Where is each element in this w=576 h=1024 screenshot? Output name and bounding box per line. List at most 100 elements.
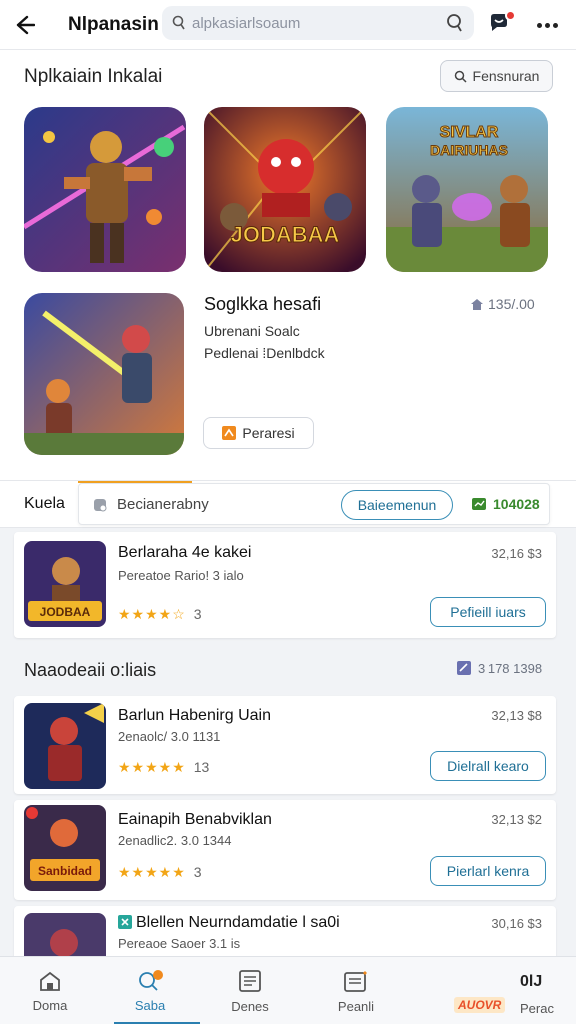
count-value: 104028 bbox=[493, 496, 540, 512]
rating-count: 3 bbox=[193, 606, 202, 622]
strip-action-button[interactable]: Baieemenun bbox=[341, 490, 453, 520]
ad-label: AUOVR bbox=[454, 997, 506, 1013]
game-artwork-icon bbox=[24, 107, 186, 272]
app-action-button[interactable]: Dielrall kearo bbox=[430, 751, 546, 781]
game-artwork-icon: SIVLAR DAIRIUHAS bbox=[386, 107, 548, 272]
calendar-icon bbox=[344, 970, 367, 992]
filter-label: Fensnuran bbox=[472, 68, 540, 84]
x-badge-icon bbox=[118, 915, 132, 929]
star-rating: ★★★★★ 13 bbox=[118, 759, 210, 775]
top-bar: Nlpanasin bbox=[0, 0, 576, 50]
svg-text:JODBAA: JODBAA bbox=[40, 605, 91, 619]
ad-badge[interactable]: 0lJ AUOVR Perac bbox=[448, 967, 560, 1017]
list-item[interactable]: Sanbidad Eainapih Benabviklan 2enadlic2.… bbox=[14, 800, 556, 900]
app-icon: Sanbidad bbox=[24, 805, 106, 891]
app-name: Blellen Neurndamdatie l sa0i bbox=[118, 914, 340, 932]
active-tab-indicator bbox=[78, 481, 192, 483]
list-item[interactable]: JODBAA Berlaraha 4e kakei Pereatoe Rario… bbox=[14, 532, 556, 638]
voice-search-icon[interactable] bbox=[446, 13, 464, 33]
more-menu-icon[interactable] bbox=[532, 10, 562, 40]
nav-item-search[interactable]: Saba bbox=[102, 957, 200, 1024]
featured-app-detail: Pedlenai ⁞Denlbdck bbox=[204, 345, 325, 361]
notification-dot bbox=[505, 10, 516, 21]
rating-count: 13 bbox=[193, 759, 210, 775]
nav-label: Saba bbox=[134, 997, 166, 1013]
featured-game-tile-2[interactable]: JODABAA bbox=[204, 107, 366, 272]
category-field-text: Becianerabny bbox=[117, 496, 209, 513]
back-arrow-icon[interactable] bbox=[0, 0, 48, 50]
featured-app-name: Soglkka hesafi bbox=[204, 294, 322, 314]
install-button[interactable]: Peraresi bbox=[203, 417, 314, 449]
notifications-button[interactable] bbox=[486, 10, 516, 40]
search-icon bbox=[172, 15, 185, 30]
search-icon bbox=[139, 969, 163, 991]
app-store-screen: Nlpanasin Nplkaiain Inkalai Fensnuran bbox=[0, 0, 576, 1024]
game-artwork-icon: JODABAA bbox=[204, 107, 366, 272]
home-icon bbox=[40, 971, 60, 991]
svg-text:DAIRIUHAS: DAIRIUHAS bbox=[430, 142, 508, 158]
nav-item-home[interactable]: Doma bbox=[2, 957, 98, 1024]
page-title: Nlpanasin bbox=[68, 13, 159, 35]
featured-game-tile-1[interactable] bbox=[24, 107, 186, 272]
featured-price: 135/.00 bbox=[470, 296, 535, 312]
chart-icon bbox=[472, 498, 486, 510]
app-name: Berlaraha 4e kakei bbox=[118, 544, 252, 561]
app-action-button[interactable]: Pierlarl kenra bbox=[430, 856, 546, 886]
app-developer: 2enadlic2. 3.0 1344 bbox=[118, 833, 232, 848]
star-rating: ★★★★★ 3 bbox=[118, 864, 202, 880]
install-icon bbox=[222, 426, 237, 440]
featured-main-artwork[interactable] bbox=[24, 293, 184, 455]
home-icon bbox=[471, 298, 483, 310]
rating-count: 3 bbox=[193, 864, 202, 880]
app-action-button[interactable]: Pefieill iuars bbox=[430, 597, 546, 627]
featured-info: Soglkka hesafi Ubrenani Soalc Pedlenai ⁞… bbox=[204, 294, 325, 361]
nav-label: Denes bbox=[231, 998, 269, 1014]
nav-label: Doma bbox=[32, 997, 68, 1013]
edit-icon bbox=[457, 661, 471, 675]
ad-top-text: 0lJ bbox=[520, 973, 543, 990]
app-developer: Pereaoe Saoer 3.1 is bbox=[118, 936, 241, 951]
app-developer: 2enaolc/ 3.0 1131 bbox=[118, 729, 221, 744]
nav-item-updates[interactable]: Peanli bbox=[308, 957, 404, 1024]
section-title: Naaodeaii o:liais bbox=[24, 660, 157, 680]
strip-search-card: Becianerabny Baieemenun 104028 bbox=[78, 483, 550, 525]
app-name: Barlun Habenirg Uain bbox=[118, 707, 271, 724]
app-developer: Pereatoe Rario! 3 ialo bbox=[118, 568, 244, 583]
featured-game-tile-3[interactable]: SIVLAR DAIRIUHAS bbox=[386, 107, 548, 272]
list-item[interactable]: Barlun Habenirg Uain 2enaolc/ 3.0 1131 ★… bbox=[14, 696, 556, 794]
search-icon bbox=[454, 70, 467, 83]
app-icon: JODBAA bbox=[24, 541, 106, 627]
app-size: 32,13 $2 bbox=[491, 812, 542, 827]
category-strip: Kuela Becianerabny Baieemenun 104028 bbox=[0, 480, 576, 528]
strip-count: 104028 bbox=[471, 496, 540, 512]
nav-label: Peanli bbox=[337, 998, 375, 1014]
bottom-navigation: Doma Saba Denes Peanli 0lJ AUOVR Perac bbox=[0, 956, 576, 1024]
tile-title-art: JODABAA bbox=[231, 222, 340, 247]
star-rating: ★★★★☆ 3 bbox=[118, 606, 202, 622]
nav-label: Perac bbox=[520, 1001, 554, 1016]
tag-icon bbox=[94, 498, 107, 511]
svg-text:Sanbidad: Sanbidad bbox=[38, 864, 92, 878]
app-size: 30,16 $3 bbox=[491, 916, 542, 931]
list-item[interactable]: Blellen Neurndamdatie l sa0i Pereaoe Sao… bbox=[14, 906, 556, 962]
nav-item-games[interactable]: Denes bbox=[202, 957, 298, 1024]
search-bar[interactable] bbox=[162, 6, 474, 40]
section-meta: 3 178 1398 bbox=[456, 660, 542, 676]
search-input[interactable] bbox=[192, 14, 442, 32]
filter-button[interactable]: Fensnuran bbox=[440, 60, 553, 92]
grid-icon bbox=[239, 969, 261, 992]
install-label: Peraresi bbox=[242, 425, 295, 441]
section-header: Naaodeaii o:liais 3 178 1398 bbox=[0, 642, 576, 692]
app-size: 32,16 $3 bbox=[491, 546, 542, 561]
svg-text:SIVLAR: SIVLAR bbox=[440, 124, 499, 141]
featured-section: Nplkaiain Inkalai Fensnuran JODABAA SIVL… bbox=[0, 50, 576, 480]
app-icon bbox=[24, 703, 106, 789]
app-size: 32,13 $8 bbox=[491, 708, 542, 723]
section-meta-value: 3 178 1398 bbox=[478, 660, 543, 676]
app-name: Eainapih Benabviklan bbox=[118, 811, 272, 828]
price-value: 135/.00 bbox=[488, 296, 535, 312]
featured-app-developer: Ubrenani Soalc bbox=[204, 323, 300, 339]
category-field[interactable]: Becianerabny bbox=[93, 496, 209, 513]
game-artwork-icon bbox=[24, 293, 184, 455]
strip-label: Kuela bbox=[24, 495, 65, 512]
